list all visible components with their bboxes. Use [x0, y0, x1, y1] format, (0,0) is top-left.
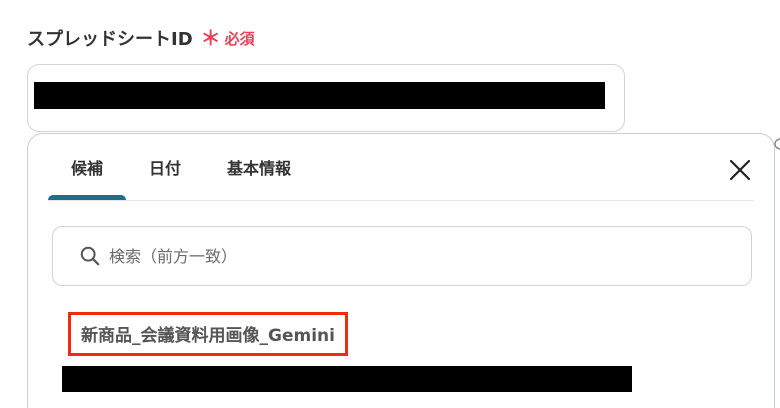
- candidate-item[interactable]: 新商品_会議資料用画像_Gemini: [68, 312, 348, 356]
- edge-fragment-icon: [774, 138, 780, 150]
- search-input[interactable]: [109, 246, 709, 266]
- spreadsheet-id-input[interactable]: [27, 64, 625, 132]
- tab-label: 基本情報: [227, 159, 292, 178]
- spreadsheet-id-field-section: スプレッドシートID ＊ 必須 候補 日付 基本情報 検索（前方一致） 新商品_…: [0, 0, 780, 408]
- field-label-row: スプレッドシートID ＊ 必須: [27, 25, 255, 51]
- dropdown-tabs: 候補 日付 基本情報: [48, 134, 314, 200]
- tab-label: 候補: [71, 159, 104, 178]
- close-button[interactable]: [728, 158, 752, 182]
- tab-divider: [48, 200, 754, 201]
- candidate-label: 新商品_会議資料用画像_Gemini: [81, 326, 335, 346]
- tab-date[interactable]: 日付: [126, 134, 204, 200]
- field-label: スプレッドシートID: [27, 29, 193, 50]
- search-icon: [80, 246, 100, 266]
- tab-label: 日付: [149, 159, 182, 178]
- required-asterisk: ＊: [200, 26, 221, 50]
- redacted-input-value: [34, 82, 605, 109]
- redacted-candidate-id: [62, 366, 632, 392]
- tab-candidates[interactable]: 候補: [48, 134, 127, 200]
- required-badge: 必須: [224, 29, 255, 48]
- tab-basic-info[interactable]: 基本情報: [204, 134, 314, 200]
- close-icon: [729, 159, 751, 181]
- search-box: [52, 226, 752, 286]
- suggestion-dropdown: 候補 日付 基本情報 新商品_会議資料用画像_Gemini: [27, 133, 775, 408]
